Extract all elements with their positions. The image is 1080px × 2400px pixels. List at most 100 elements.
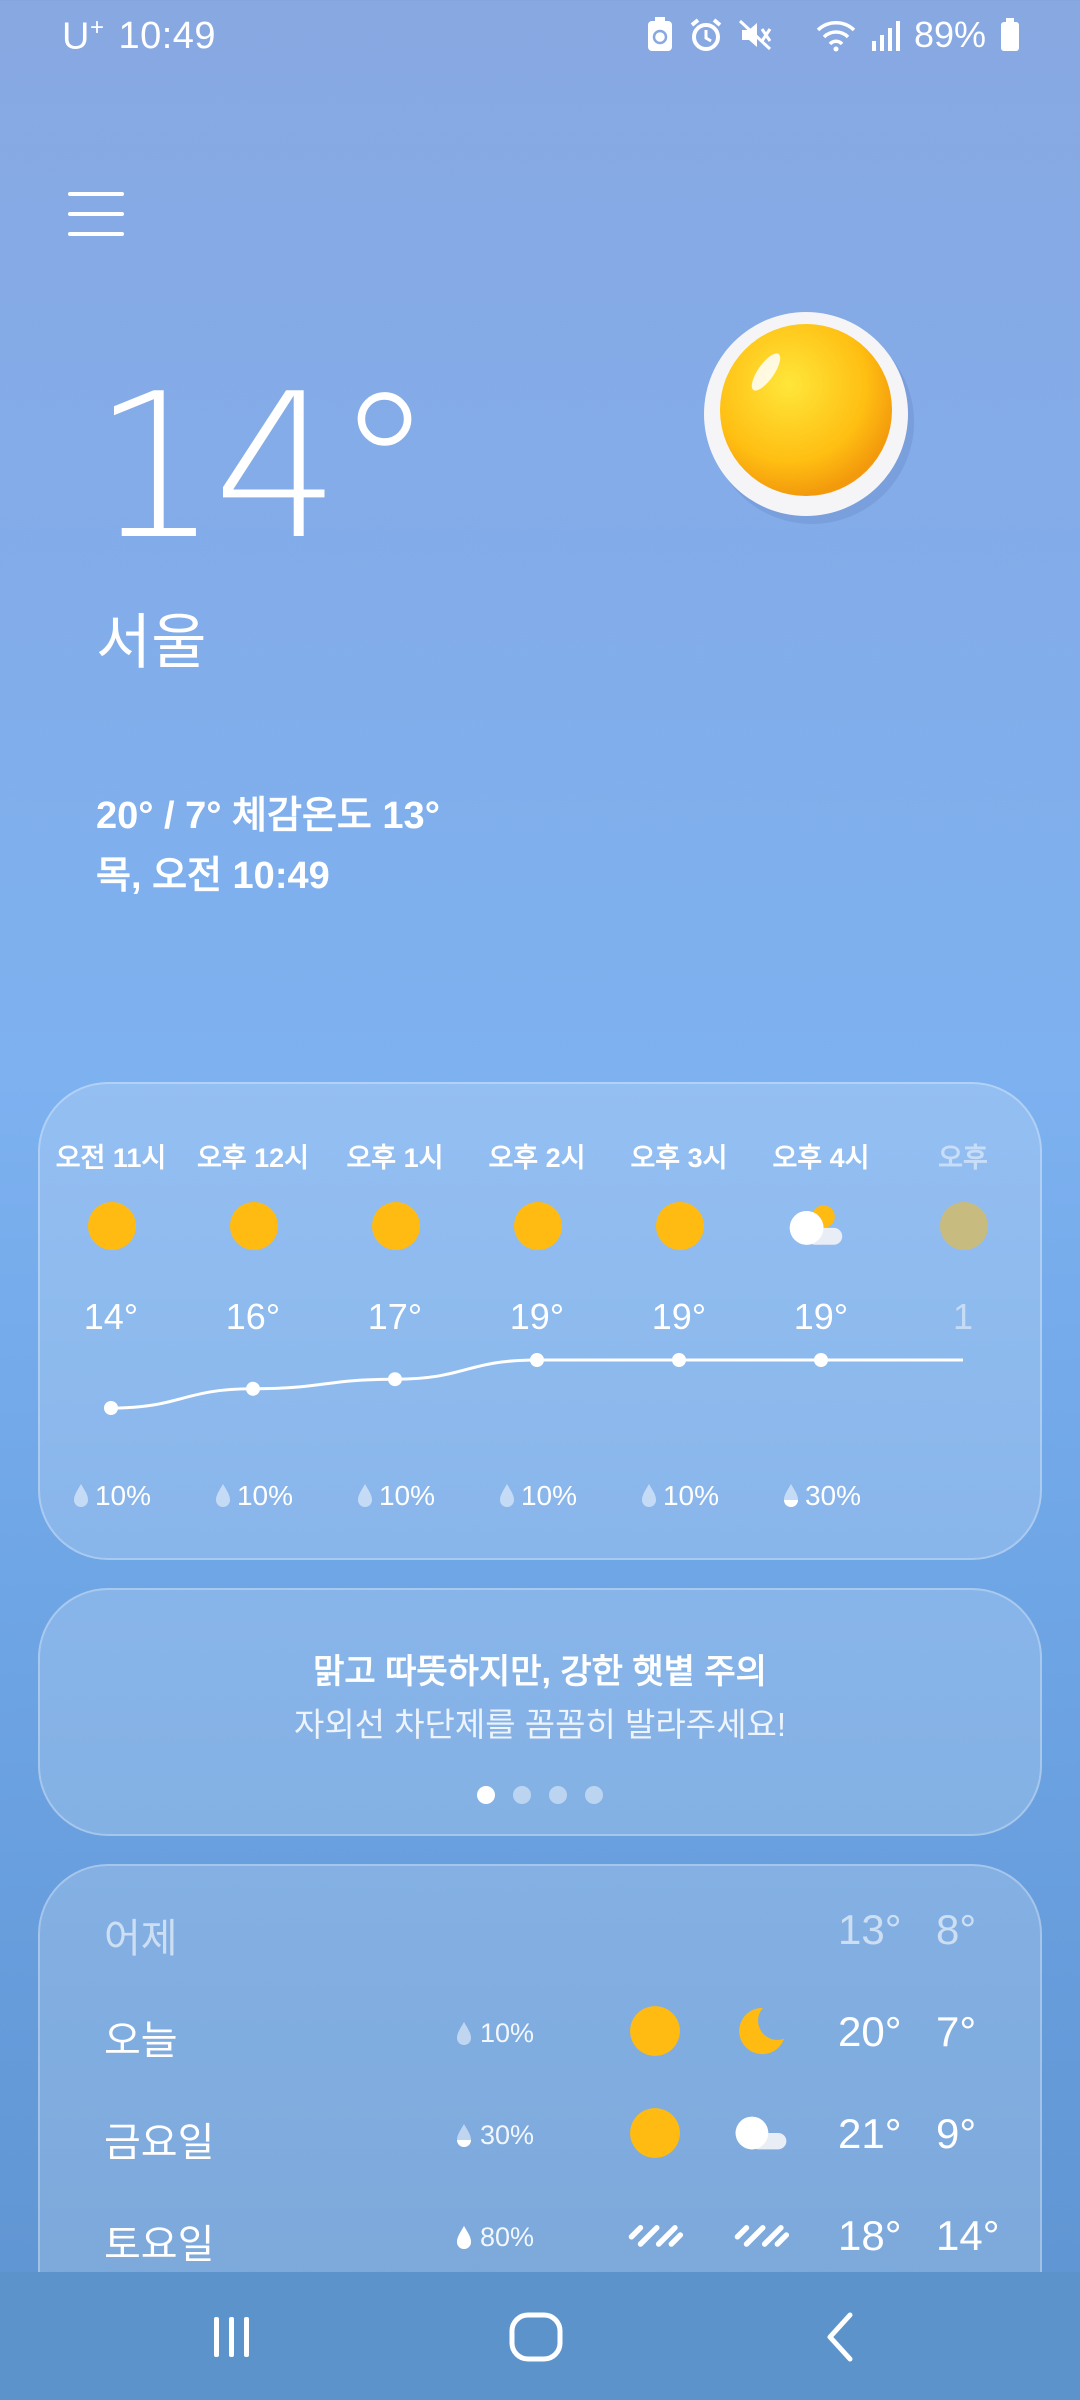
hour-time: 오전 11시	[55, 1143, 167, 1173]
partly-cloudy-icon	[789, 1205, 843, 1245]
recent-apps-button[interactable]	[192, 2302, 272, 2372]
raindrop-icon	[357, 1484, 372, 1507]
raindrop-icon	[783, 1484, 798, 1507]
day-rain: 10%	[454, 2018, 534, 2049]
hour-weather-icon	[938, 1200, 990, 1252]
current-temperature: 14°	[92, 351, 434, 584]
back-icon	[827, 2312, 853, 2362]
daily-row[interactable]: 어제 13° 8°	[40, 1890, 1040, 1970]
rain-icon	[734, 2225, 790, 2247]
menu-button[interactable]	[68, 192, 124, 242]
page-dot	[477, 1786, 495, 1804]
mute-icon	[738, 19, 772, 51]
sun-icon	[704, 312, 914, 524]
sun-icon	[630, 2006, 680, 2056]
menu-icon-bar	[68, 192, 124, 196]
day-name: 어제	[104, 1917, 178, 1961]
trend-point	[672, 1353, 686, 1367]
hour-weather-icon	[228, 1200, 280, 1252]
page-dot	[585, 1786, 603, 1804]
raindrop-icon	[457, 2225, 471, 2249]
menu-icon-bar	[68, 232, 124, 236]
navigation-bar	[0, 2272, 1080, 2400]
day-low-temp: 9°	[936, 2110, 977, 2157]
hour-time: 오후 2시	[488, 1143, 586, 1173]
hour-time: 오후 4시	[772, 1143, 870, 1173]
status-time: 10:49	[118, 14, 217, 57]
alarm-icon	[690, 18, 722, 51]
menu-icon-bar	[68, 212, 124, 216]
trend-point	[104, 1401, 118, 1415]
raindrop-icon	[457, 2123, 471, 2147]
hour-temp: 19°	[793, 1296, 849, 1337]
day-name: 금요일	[104, 2121, 215, 2165]
trend-line	[110, 1358, 963, 1410]
day-name: 오늘	[104, 2019, 178, 2063]
hour-weather-icon	[86, 1200, 138, 1252]
raindrop-icon	[641, 1484, 656, 1507]
hour-rain: 30%	[750, 1480, 892, 1512]
tip-subtitle: 자외선 차단제를 꼼꼼히 발라주세요!	[293, 1706, 787, 1743]
trend-point	[814, 1353, 828, 1367]
hour-time: 오후	[938, 1143, 988, 1173]
city-name[interactable]: 서울	[96, 594, 206, 681]
day-low-temp: 8°	[936, 1906, 977, 1953]
day-high-temp: 20°	[838, 2008, 902, 2055]
day-low-temp: 7°	[936, 2008, 977, 2055]
trend-point	[530, 1353, 544, 1367]
hour-temp: 19°	[651, 1296, 707, 1337]
battery-saver-icon	[647, 17, 672, 51]
weather-tip-card[interactable]: 맑고 따뜻하지만, 강한 햇볕 주의 자외선 차단제를 꼼꼼히 발라주세요!	[38, 1588, 1042, 1836]
day-pm-icon	[732, 2208, 792, 2264]
hour-rain: 10%	[466, 1480, 608, 1512]
carrier-label: U+	[62, 14, 105, 58]
back-button[interactable]	[800, 2302, 880, 2372]
raindrop-icon	[499, 1484, 514, 1507]
day-high-temp: 13°	[838, 1906, 902, 1953]
page-dot	[549, 1786, 567, 1804]
signal-icon	[871, 21, 900, 51]
hour-time: 오후 3시	[630, 1143, 728, 1173]
day-rain: 30%	[454, 2120, 534, 2151]
sun-icon	[372, 1202, 420, 1250]
hour-rain: 10%	[40, 1480, 182, 1512]
sun-icon	[630, 2108, 680, 2158]
page-indicator	[40, 1786, 1040, 1804]
day-pm-icon	[732, 2004, 792, 2060]
daily-row[interactable]: 오늘 10% 20° 7°	[40, 1992, 1040, 2072]
day-high-temp: 18°	[838, 2212, 902, 2259]
current-datetime: 목, 오전 10:49	[96, 855, 330, 897]
moon-icon	[739, 2007, 785, 2055]
daily-row[interactable]: 금요일 30% 21° 9°	[40, 2094, 1040, 2174]
raindrop-icon	[215, 1484, 230, 1507]
hour-time: 오후 12시	[196, 1143, 310, 1173]
day-low-temp: 14°	[936, 2212, 1000, 2259]
status-right: 89%	[646, 14, 1020, 56]
page-dot	[513, 1786, 531, 1804]
home-button[interactable]	[496, 2302, 576, 2372]
hi-lo-feels-like: 20° / 7° 체감온도 13°	[96, 795, 440, 837]
battery-icon	[1001, 18, 1019, 51]
rain-icon	[628, 2225, 684, 2247]
hour-weather-icon	[786, 1200, 843, 1252]
day-pm-icon	[732, 2106, 792, 2162]
hour-weather-icon	[370, 1200, 422, 1252]
cloud-icon	[735, 2116, 787, 2150]
trend-point	[388, 1372, 402, 1387]
home-icon	[509, 2312, 563, 2362]
hour-temp: 1	[952, 1296, 974, 1337]
recent-apps-icon	[214, 2317, 249, 2357]
day-rain: 80%	[454, 2222, 534, 2253]
daily-row[interactable]: 토요일 80% 18° 14°	[40, 2196, 1040, 2276]
day-high-temp: 21°	[838, 2110, 902, 2157]
hourly-forecast-card[interactable]: 오전 11시 14° 10% 오후 12시 16° 10% 오후 1시 17° …	[38, 1082, 1042, 1560]
day-am-icon	[626, 2004, 686, 2060]
raindrop-icon	[457, 2021, 471, 2045]
raindrop-icon	[73, 1484, 88, 1507]
wifi-icon	[816, 21, 856, 52]
battery-percent: 89%	[913, 14, 986, 55]
hour-rain: 10%	[182, 1480, 324, 1512]
status-bar: U+ 10:49 89%	[0, 0, 1080, 72]
hour-rain: 10%	[324, 1480, 466, 1512]
sun-icon	[656, 1202, 704, 1250]
